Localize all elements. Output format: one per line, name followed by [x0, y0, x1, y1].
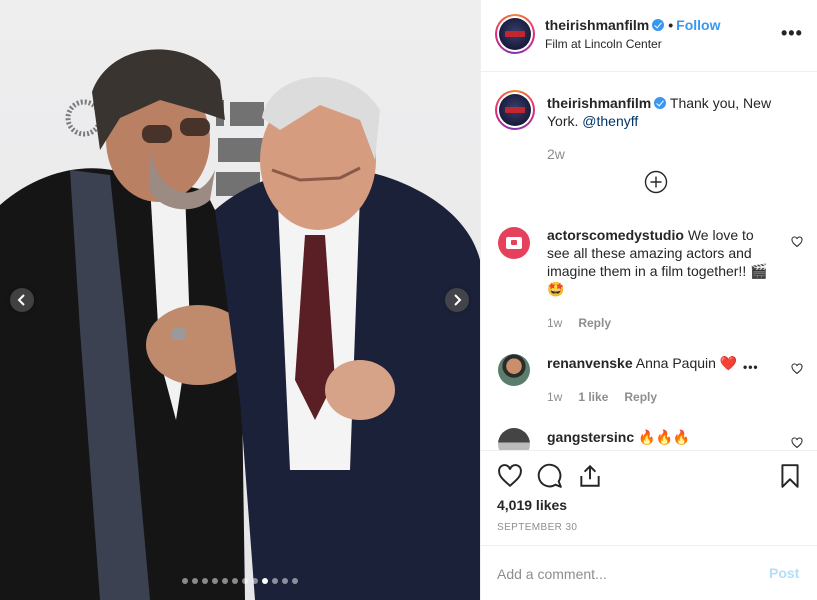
comment-username[interactable]: actorscomedystudio	[547, 227, 684, 243]
post-header: theirishmanfilm • Follow Film at Lincoln C…	[481, 0, 817, 72]
post-side-panel: theirishmanfilm • Follow Film at Lincoln C…	[480, 0, 817, 600]
comment-time[interactable]: 1w	[547, 390, 562, 404]
ring	[172, 328, 186, 340]
carousel-dot	[232, 578, 238, 584]
carousel-dot	[202, 578, 208, 584]
location-link[interactable]: Film at Lincoln Center	[545, 37, 662, 51]
carousel-dot	[192, 578, 198, 584]
separator-dot: •	[668, 17, 674, 33]
post-actions: 4,019 likes SEPTEMBER 30	[481, 450, 817, 545]
like-heart-icon[interactable]	[497, 463, 523, 489]
carousel-indicator	[0, 578, 480, 584]
add-comment-form: Post	[481, 545, 817, 600]
comment-body: Anna Paquin ❤️	[635, 355, 738, 371]
author-avatar[interactable]	[495, 14, 535, 54]
carousel-dot	[242, 578, 248, 584]
likes-count[interactable]: 4,019 likes	[497, 497, 567, 513]
comment-likes[interactable]: 1 like	[578, 390, 608, 404]
chevron-left-icon	[17, 294, 25, 306]
verified-badge-icon	[654, 97, 667, 109]
carousel-dot	[222, 578, 228, 584]
man-left-glasses	[180, 118, 210, 136]
post-photo[interactable]	[0, 0, 480, 600]
comment-username[interactable]: gangstersinc	[547, 429, 634, 445]
caption-author-avatar[interactable]	[495, 90, 535, 130]
next-slide-button[interactable]	[445, 288, 469, 312]
comment-time[interactable]: 1w	[547, 316, 562, 330]
save-bookmark-icon[interactable]	[777, 463, 803, 489]
more-options-icon[interactable]: •••	[781, 23, 803, 44]
reply-button[interactable]: Reply	[624, 390, 657, 404]
comments-list[interactable]: theirishmanfilm Thank you, New York. @th…	[481, 72, 817, 450]
carousel-dot	[252, 578, 258, 584]
instagram-post: theirishmanfilm • Follow Film at Lincoln C…	[0, 0, 817, 600]
man-left-glasses	[142, 125, 172, 143]
add-comment-input[interactable]	[497, 564, 747, 584]
caption-timestamp[interactable]: 2w	[547, 146, 565, 162]
reply-button[interactable]: Reply	[578, 316, 611, 330]
carousel-dot	[262, 578, 268, 584]
comment-options-icon[interactable]: •••	[743, 360, 759, 374]
caption: theirishmanfilm Thank you, New York. @th…	[547, 94, 797, 130]
share-icon[interactable]	[577, 463, 603, 489]
man-right-hand	[325, 360, 395, 420]
carousel-dot	[182, 578, 188, 584]
comment-meta: 1w 1 like Reply	[547, 390, 657, 404]
comment-item: gangstersinc 🔥🔥🔥	[547, 428, 773, 446]
post-comment-button[interactable]: Post	[769, 565, 799, 581]
backdrop-letter	[230, 102, 264, 126]
backdrop-letter	[218, 138, 266, 162]
mention-link[interactable]: @thenyff	[582, 113, 638, 129]
chevron-right-icon	[454, 294, 462, 306]
previous-slide-button[interactable]	[10, 288, 34, 312]
comment-bubble-icon[interactable]	[537, 463, 563, 489]
like-comment-heart-icon[interactable]	[791, 236, 803, 248]
carousel-dot	[282, 578, 288, 584]
post-date: SEPTEMBER 30	[497, 522, 578, 533]
like-comment-heart-icon[interactable]	[791, 437, 803, 449]
commenter-avatar[interactable]	[498, 428, 530, 450]
follow-button[interactable]: Follow	[676, 17, 720, 33]
comment-username[interactable]: renanvenske	[547, 355, 633, 371]
caption-username[interactable]: theirishmanfilm	[547, 95, 651, 111]
carousel-dot	[272, 578, 278, 584]
comment-item: actorscomedystudio We love to see all th…	[547, 226, 773, 298]
comment-meta: 1w Reply	[547, 316, 611, 330]
commenter-avatar[interactable]	[498, 227, 530, 259]
plus-circle-icon[interactable]	[644, 170, 668, 194]
commenter-avatar[interactable]	[498, 354, 530, 386]
carousel-dot	[292, 578, 298, 584]
photo-scene	[0, 49, 480, 600]
comment-body: 🔥🔥🔥	[638, 429, 691, 445]
like-comment-heart-icon[interactable]	[791, 363, 803, 375]
comment-item: renanvenske Anna Paquin ❤️	[547, 354, 773, 372]
author-username[interactable]: theirishmanfilm	[545, 17, 649, 33]
verified-badge-icon	[652, 19, 665, 31]
carousel-dot	[212, 578, 218, 584]
author-line: theirishmanfilm • Follow	[545, 17, 720, 33]
